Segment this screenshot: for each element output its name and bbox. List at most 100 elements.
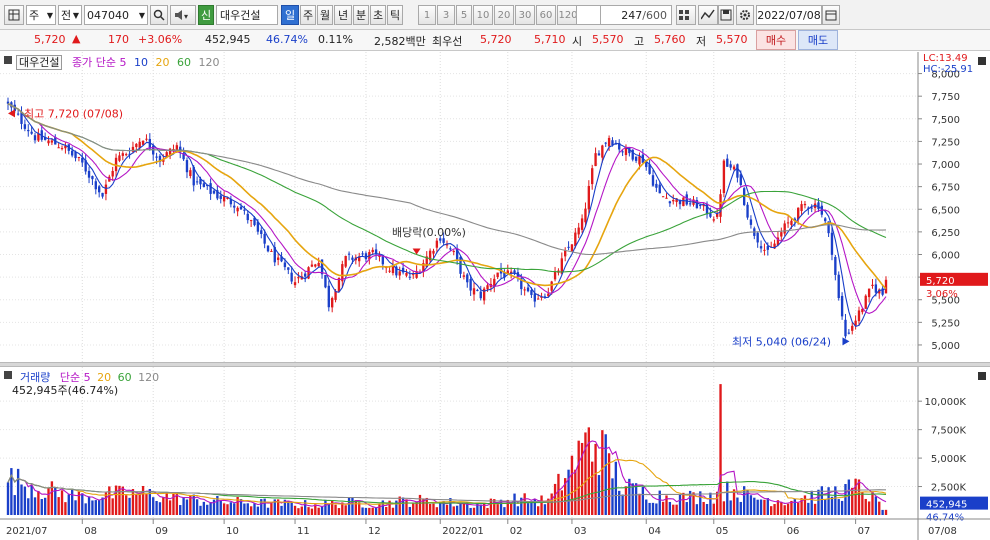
candle-body (233, 205, 236, 208)
volume-bar (385, 506, 388, 515)
volume-bar (158, 502, 162, 515)
pane-close-icon[interactable] (978, 57, 986, 65)
save-icon[interactable] (718, 5, 734, 25)
minute-button-10[interactable]: 10 (473, 5, 493, 25)
volume-bar (263, 498, 266, 515)
volume-bar (408, 506, 412, 515)
candle-body (719, 194, 722, 217)
candle-body (104, 184, 108, 194)
candle-body (472, 288, 476, 295)
minute-button-3[interactable]: 3 (437, 5, 455, 25)
candle-body (27, 129, 30, 132)
calendar-icon[interactable] (822, 5, 840, 25)
candle-body (70, 150, 74, 156)
buy-button[interactable]: 매수 (756, 30, 796, 50)
volume-bar (310, 508, 314, 515)
volume-bar (513, 493, 516, 515)
candle-body (756, 232, 759, 243)
legend-ma10[interactable]: 10 (134, 56, 148, 69)
settings-grid-icon[interactable] (676, 5, 696, 25)
candle-body (830, 232, 834, 255)
high-label: 고 (634, 35, 645, 48)
x-tick-label: 08 (84, 526, 97, 537)
minute-button-60[interactable]: 60 (536, 5, 556, 25)
volume-chart[interactable]: 10,000K 7,500K 5,000K 2,500K 452,945 46.74% 20… (0, 367, 990, 540)
candle-body (523, 289, 526, 291)
minute-button-1[interactable]: 1 (418, 5, 436, 25)
stock-code-input[interactable]: 047040 ▼ (84, 5, 148, 25)
candle-body (840, 295, 844, 317)
candle-body (837, 274, 840, 299)
volume-tick-label: 10,000K (924, 397, 966, 408)
candle-body (597, 153, 601, 156)
legend-ma60[interactable]: 60 (177, 56, 191, 69)
count-field[interactable]: 247/600 (600, 5, 672, 25)
trade-volume: 452,945 (205, 33, 251, 46)
low-label: 저 (696, 35, 707, 48)
volume-bar (729, 500, 732, 515)
volume-bar (560, 490, 563, 515)
candle-body (266, 245, 270, 252)
type-select[interactable]: 전 ▼ (58, 5, 82, 25)
candle-body (263, 233, 266, 244)
volume-bar (347, 497, 351, 515)
period-tab-6[interactable]: 틱 (387, 5, 403, 25)
minute-button-30[interactable]: 30 (515, 5, 535, 25)
period-tab-3[interactable]: 년 (334, 5, 352, 25)
price-chart-pane[interactable]: 8,000 7,750 7,500 7,250 7,000 6,750 6,500 6,250… (0, 52, 990, 362)
pane-close-icon[interactable] (978, 372, 986, 380)
volume-tick-label: 5,000K (931, 454, 967, 465)
speaker-icon[interactable]: ▾ (170, 5, 196, 25)
candle-body (810, 207, 813, 209)
legend-vma60[interactable]: 60 (118, 371, 132, 384)
volume-bar (753, 497, 756, 515)
volume-chart-pane[interactable]: 10,000K 7,500K 5,000K 2,500K 452,945 46.74% 20… (0, 367, 990, 540)
volume-bar (412, 503, 415, 515)
x-tick-label: 2022/01 (442, 526, 484, 537)
volume-bar (540, 495, 543, 515)
grid-menu-icon[interactable] (4, 5, 24, 25)
legend-vma120[interactable]: 120 (138, 371, 159, 384)
volume-bar (20, 484, 23, 515)
period-tab-0[interactable]: 일 (281, 5, 299, 25)
stock-name-field[interactable]: 대우건설 (216, 5, 278, 25)
legend-ma120[interactable]: 120 (198, 56, 219, 69)
candle-body (476, 289, 479, 291)
sell-button[interactable]: 매도 (798, 30, 838, 50)
period-tab-2[interactable]: 월 (317, 5, 333, 25)
period-tab-4[interactable]: 분 (353, 5, 369, 25)
credit-badge[interactable]: 신 (198, 5, 214, 25)
volume-bar (712, 503, 715, 515)
candle-body (884, 279, 888, 294)
volume-bar (84, 503, 87, 515)
pane-handle-icon[interactable] (4, 371, 12, 379)
market-select[interactable]: 주 ▼ (26, 5, 56, 25)
candle-body (469, 279, 472, 291)
volume-bar (864, 498, 867, 515)
volume-bar (67, 494, 70, 515)
candle-body (412, 274, 415, 276)
legend-ma20[interactable]: 20 (155, 56, 169, 69)
date-input[interactable]: 2022/07/08 (756, 5, 822, 25)
volume-bar (756, 499, 759, 515)
chart-line-icon[interactable] (698, 5, 718, 25)
legend-ma5[interactable]: 종가 단순 5 (72, 56, 126, 69)
minute-button-5[interactable]: 5 (456, 5, 472, 25)
period-tab-5[interactable]: 초 (370, 5, 386, 25)
volume-bar (871, 491, 874, 515)
pane-handle-icon[interactable] (4, 56, 12, 64)
price-chart[interactable]: 8,0007,7507,5007,2507,0006,7506,5006,250… (0, 52, 990, 362)
search-icon[interactable] (150, 5, 168, 25)
gear-icon[interactable] (736, 5, 754, 25)
volume-bar (249, 506, 253, 515)
best-ask: 5,720 (480, 33, 512, 46)
candle-body (276, 257, 280, 260)
volume-bar (702, 501, 705, 515)
x-tick-label: 12 (368, 526, 381, 537)
candle-body (50, 140, 54, 143)
volume-bar (472, 507, 476, 515)
volume-bar (351, 497, 354, 515)
volume-bar (820, 486, 824, 515)
period-tab-1[interactable]: 주 (300, 5, 316, 25)
minute-button-20[interactable]: 20 (494, 5, 514, 25)
